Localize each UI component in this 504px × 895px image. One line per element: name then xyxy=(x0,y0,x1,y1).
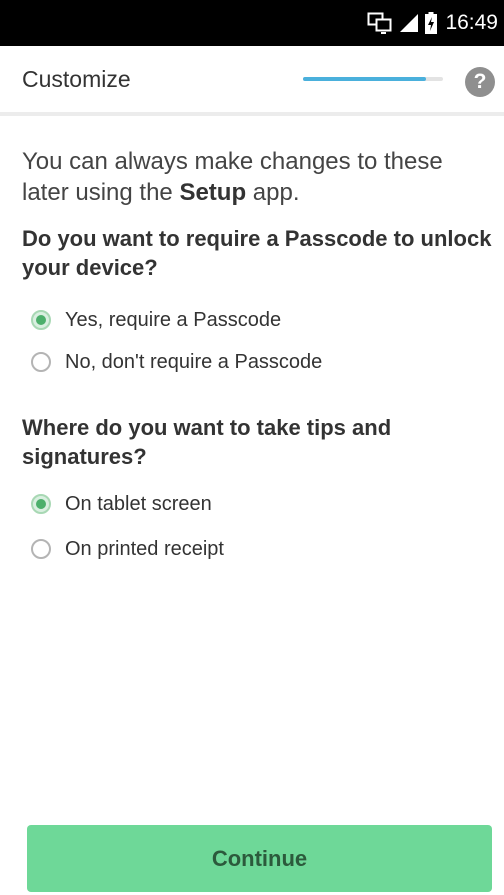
setup-progress-fill xyxy=(303,77,427,81)
intro-text: You can always make changes to these lat… xyxy=(22,146,492,208)
status-time: 16:49 xyxy=(445,11,498,34)
status-icons: 16:49 xyxy=(367,0,498,46)
header: Customize ? xyxy=(0,46,504,116)
battery-charging-icon xyxy=(425,12,438,34)
passcode-question: Do you want to require a Passcode to unl… xyxy=(22,226,492,280)
option-label: On printed receipt xyxy=(65,537,224,560)
passcode-option-yes[interactable]: Yes, require a Passcode xyxy=(31,304,281,336)
option-label: No, don't require a Passcode xyxy=(65,350,323,373)
page-title: Customize xyxy=(22,66,131,92)
signal-icon xyxy=(399,13,419,33)
setup-progress-bar xyxy=(303,77,443,81)
continue-button[interactable]: Continue xyxy=(27,825,492,892)
setup-app-name: Setup xyxy=(179,179,247,206)
radio-button[interactable] xyxy=(31,352,51,372)
radio-button[interactable] xyxy=(31,494,51,514)
help-button[interactable]: ? xyxy=(465,67,495,97)
screen-cast-icon xyxy=(367,12,393,34)
main-content: You can always make changes to these lat… xyxy=(22,146,492,560)
intro-text-end: app. xyxy=(246,179,300,206)
option-label: Yes, require a Passcode xyxy=(65,308,282,331)
passcode-option-no[interactable]: No, don't require a Passcode xyxy=(31,346,322,378)
status-bar: 16:49 xyxy=(0,0,504,46)
help-icon: ? xyxy=(473,70,487,93)
radio-button[interactable] xyxy=(31,539,51,559)
signatures-question: Where do you want to take tips and signa… xyxy=(22,415,392,469)
option-label: On tablet screen xyxy=(65,492,212,515)
signatures-option-receipt[interactable]: On printed receipt xyxy=(31,533,224,565)
radio-button[interactable] xyxy=(31,310,51,330)
signatures-option-tablet[interactable]: On tablet screen xyxy=(31,488,212,520)
